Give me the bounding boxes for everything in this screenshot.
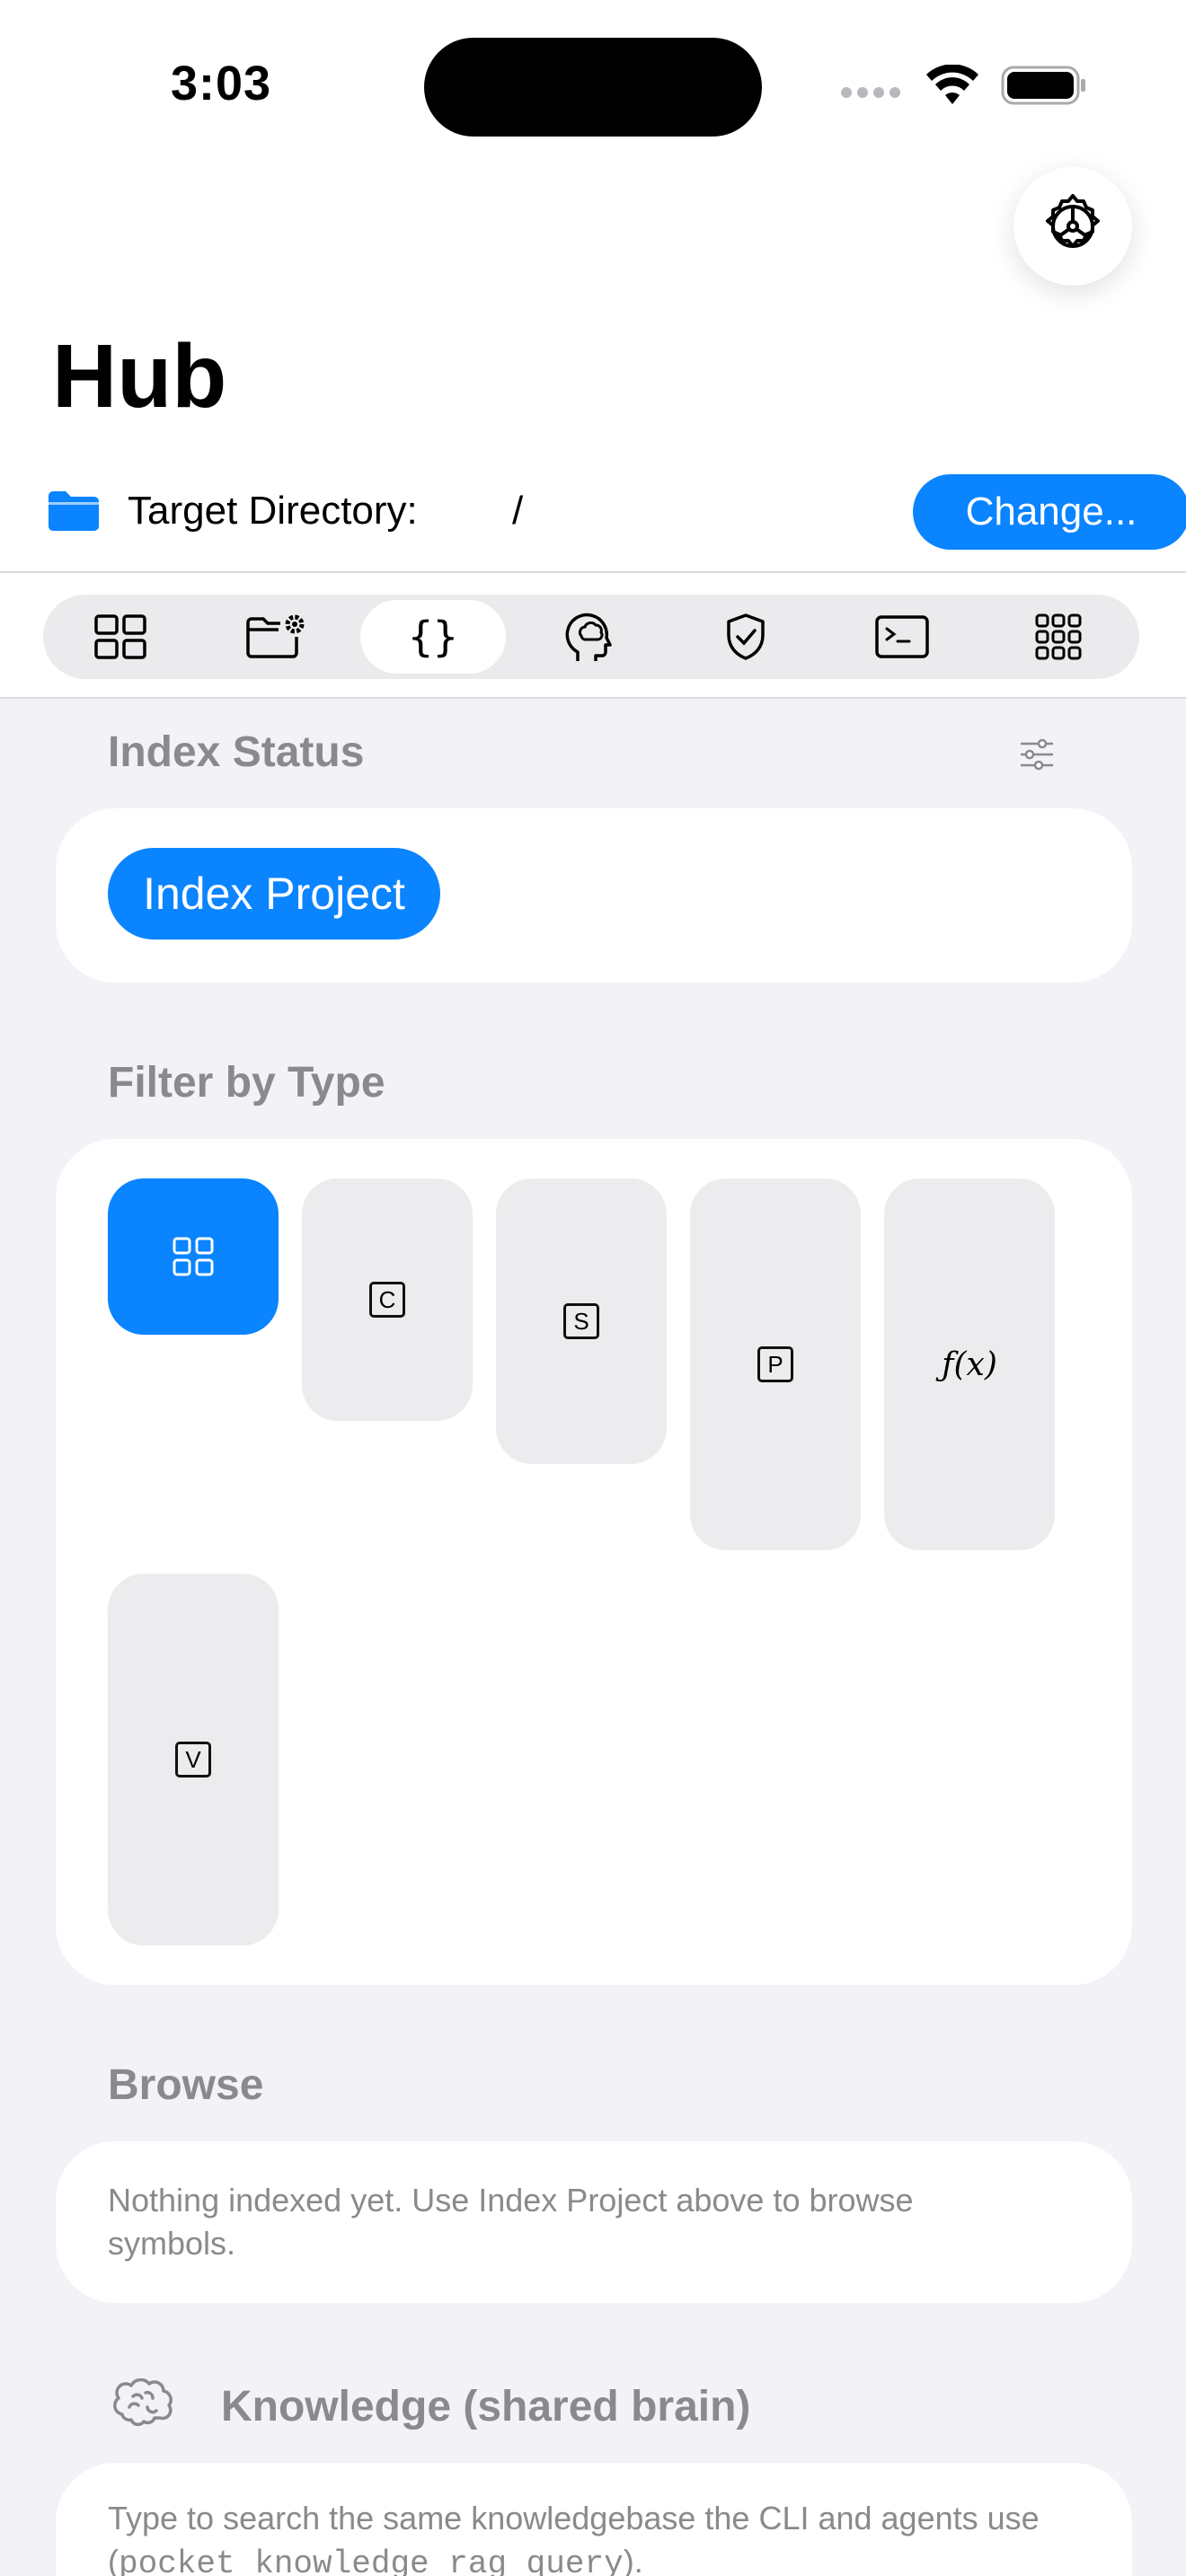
steering-wheel-icon <box>1046 194 1100 248</box>
tab-bar: {} <box>43 595 1139 679</box>
browse-header: Browse <box>108 2061 264 2109</box>
battery-icon <box>1001 66 1085 105</box>
struct-icon: S <box>563 1303 599 1339</box>
tab-overview[interactable] <box>48 600 193 674</box>
target-directory-label: Target Directory: <box>128 489 418 533</box>
protocol-icon: P <box>757 1346 793 1382</box>
grid-icon <box>173 1237 214 1276</box>
folder-gear-icon <box>246 614 305 658</box>
target-directory-row: Target Directory: / Change... <box>47 469 1186 555</box>
filter-chip-function[interactable]: ƒ(x) <box>884 1178 1055 1550</box>
cellular-signal-icon <box>841 87 900 98</box>
divider <box>0 571 1186 573</box>
folder-icon <box>49 491 99 531</box>
grid-icon <box>94 614 146 659</box>
braces-icon: {} <box>408 613 458 661</box>
filter-chip-protocol[interactable]: P <box>690 1178 861 1550</box>
tab-project-settings[interactable] <box>204 600 350 674</box>
wifi-icon <box>926 65 978 104</box>
apps-grid-icon <box>1035 613 1082 660</box>
tab-code-symbols[interactable]: {} <box>360 600 506 674</box>
index-status-card: Index Project <box>56 808 1132 983</box>
filter-by-type-header: Filter by Type <box>108 1059 385 1107</box>
filter-chip-struct[interactable]: S <box>496 1178 667 1464</box>
page-title: Hub <box>52 326 227 427</box>
tab-knowledge[interactable] <box>517 600 662 674</box>
tab-more[interactable] <box>986 600 1131 674</box>
index-status-header: Index Status <box>108 728 365 776</box>
status-time: 3:03 <box>171 57 272 110</box>
brain-head-icon <box>565 613 612 661</box>
shield-check-icon <box>727 613 765 660</box>
variable-icon: V <box>175 1742 211 1778</box>
filter-chip-all[interactable] <box>108 1178 279 1335</box>
status-indicators <box>841 63 1087 108</box>
knowledge-card: Type to search the same knowledgebase th… <box>56 2463 1132 2576</box>
class-icon: C <box>369 1282 405 1318</box>
filter-chip-variable[interactable]: V <box>108 1574 279 1945</box>
index-project-button[interactable]: Index Project <box>108 848 440 940</box>
target-directory-value: / <box>512 489 524 533</box>
filter-by-type-card: C S P ƒ(x) V <box>56 1139 1132 1985</box>
terminal-icon <box>875 615 929 658</box>
knowledge-cli-command: pocket knowledge rag query <box>119 2545 624 2576</box>
filter-chip-class[interactable]: C <box>302 1178 473 1421</box>
filter-sliders-icon[interactable] <box>1019 738 1055 771</box>
knowledge-description-end: ). <box>623 2543 643 2576</box>
change-directory-button[interactable]: Change... <box>913 474 1186 550</box>
tab-security[interactable] <box>673 600 819 674</box>
browse-card: Nothing indexed yet. Use Index Project a… <box>56 2141 1132 2303</box>
knowledge-header: Knowledge (shared brain) <box>221 2383 751 2430</box>
dynamic-island <box>424 38 762 137</box>
brain-icon <box>113 2378 173 2426</box>
settings-button[interactable] <box>1013 167 1132 286</box>
tab-terminal[interactable] <box>829 600 975 674</box>
function-icon: ƒ(x) <box>942 1345 997 1383</box>
browse-empty-text: Nothing indexed yet. Use Index Project a… <box>108 2182 914 2262</box>
divider <box>0 697 1186 699</box>
knowledge-description: Type to search the same knowledgebase th… <box>108 2497 1096 2576</box>
